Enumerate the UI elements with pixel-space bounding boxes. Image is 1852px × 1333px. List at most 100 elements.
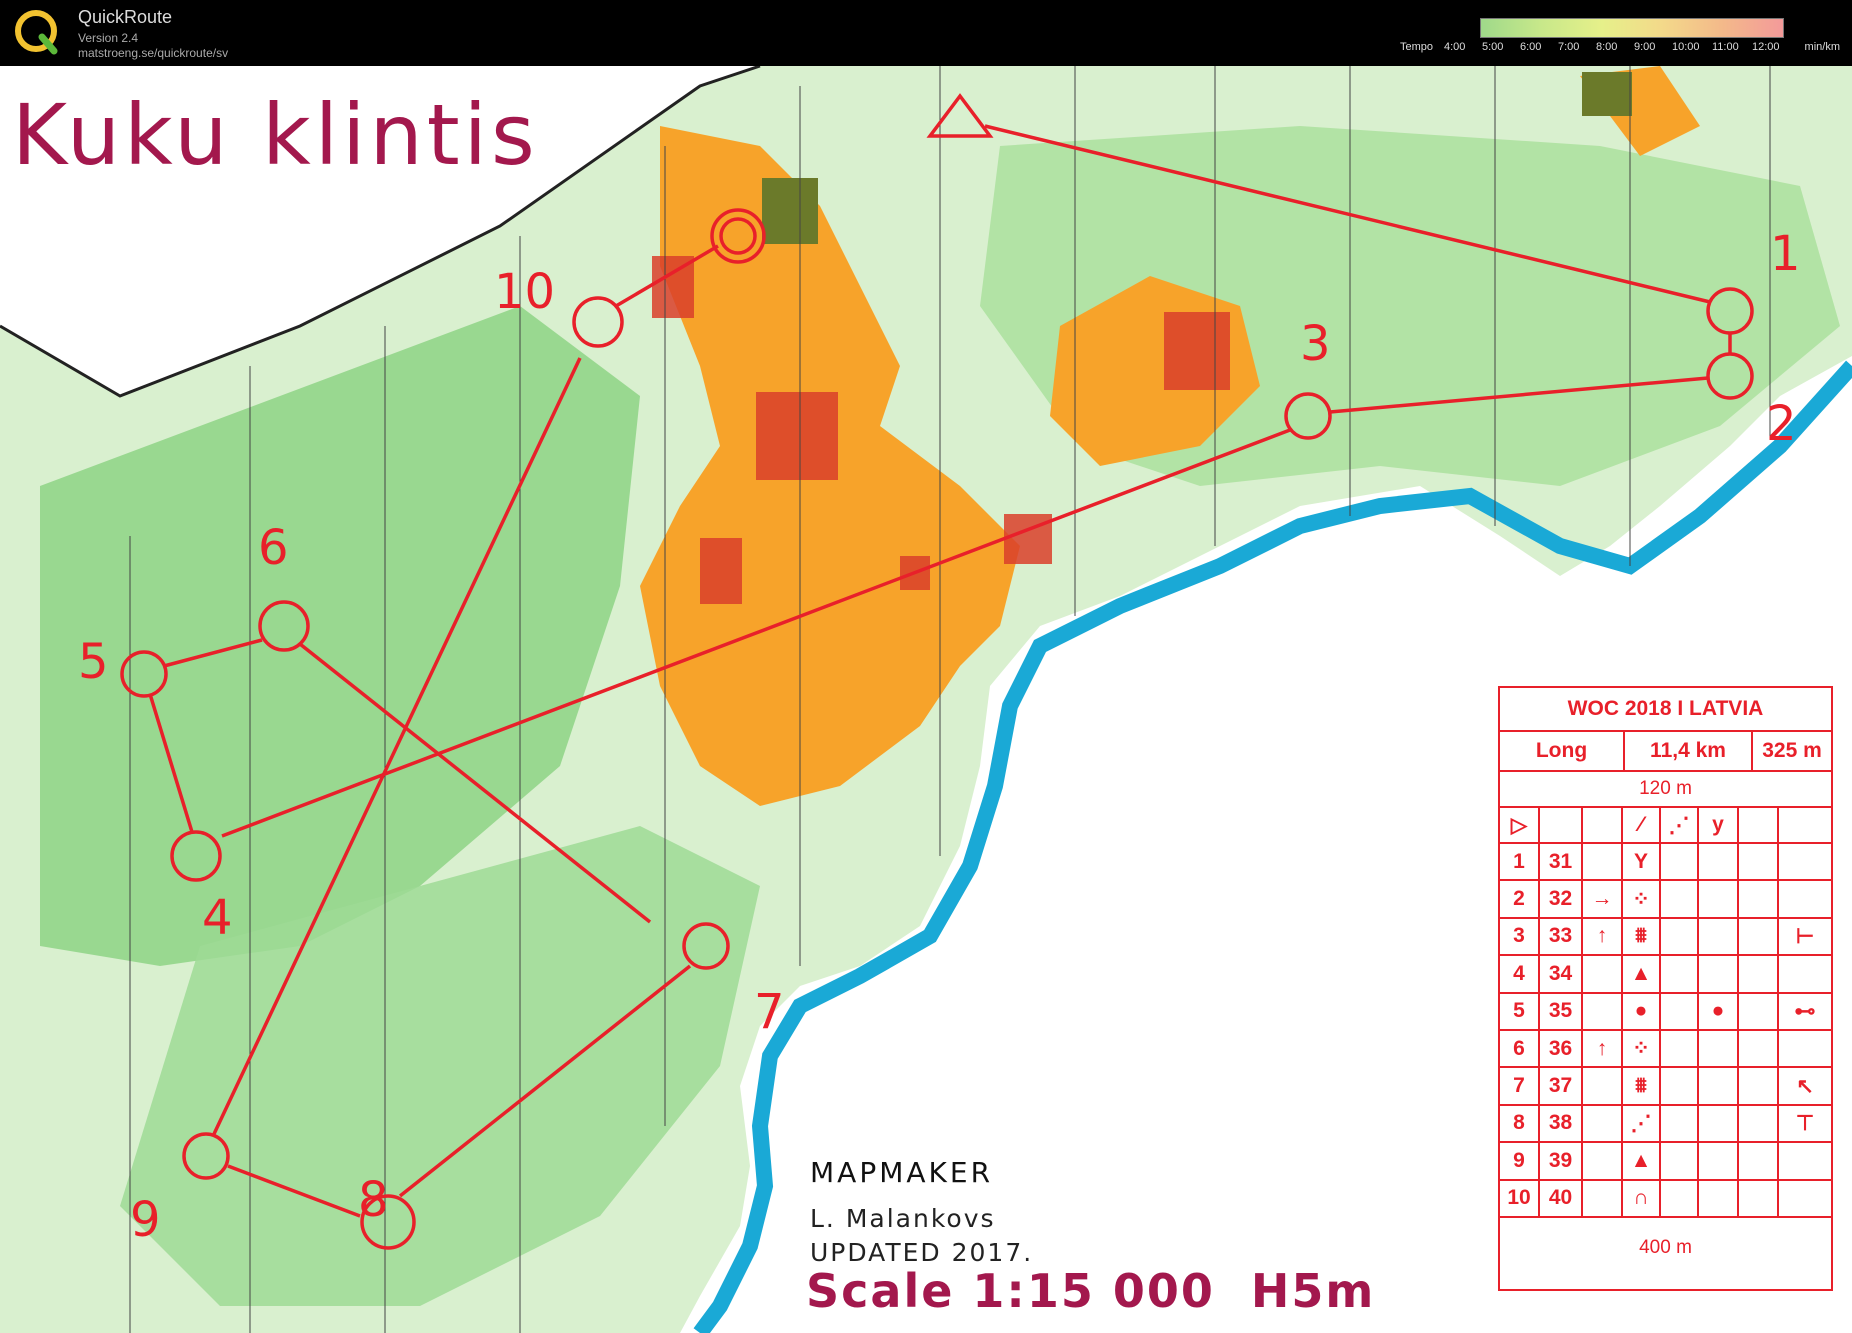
cd-blank bbox=[1739, 844, 1779, 880]
cd-blank bbox=[1739, 1068, 1779, 1104]
cd-appearance: ● bbox=[1699, 993, 1739, 1029]
tempo-tick: 12:00 bbox=[1752, 41, 1780, 53]
cd-code: 35 bbox=[1540, 993, 1583, 1029]
cd-location: ↖ bbox=[1796, 1074, 1814, 1098]
cd-control-row: 10 40 ∩ bbox=[1500, 1180, 1831, 1218]
tempo-legend: Tempo 4:00 5:00 6:00 7:00 8:00 9:00 10:0… bbox=[1400, 18, 1840, 58]
control-number: 4 bbox=[202, 890, 233, 946]
cd-header-row: WOC 2018 I LATVIA bbox=[1500, 688, 1831, 732]
cd-num: 8 bbox=[1500, 1105, 1540, 1142]
cd-control-row: 1 31 Y bbox=[1500, 844, 1831, 882]
control-number: 7 bbox=[754, 984, 785, 1040]
control-number: 5 bbox=[78, 634, 109, 690]
cd-dir: ↑ bbox=[1583, 918, 1623, 955]
cd-num: 3 bbox=[1500, 918, 1540, 955]
control-number: 10 bbox=[494, 264, 556, 320]
mapmaker-heading: MAPMAKER bbox=[810, 1156, 994, 1189]
control-number: 3 bbox=[1300, 316, 1331, 372]
cd-start-distance: 120 m bbox=[1639, 778, 1692, 799]
cd-blank bbox=[1739, 1105, 1779, 1142]
cd-blank bbox=[1739, 993, 1779, 1029]
cd-control-row: 9 39 ▲ bbox=[1500, 1143, 1831, 1181]
tempo-tick: 10:00 bbox=[1672, 41, 1700, 53]
cd-code: 39 bbox=[1540, 1143, 1583, 1179]
cd-location bbox=[1779, 844, 1831, 879]
control-number: 1 bbox=[1770, 226, 1801, 282]
cd-control-row: 2 32 → ⁘ bbox=[1500, 881, 1831, 919]
cd-blank bbox=[1661, 993, 1699, 1029]
cd-num: 4 bbox=[1500, 956, 1540, 992]
cd-blank bbox=[1739, 1180, 1779, 1216]
app-name: QuickRoute bbox=[78, 7, 173, 27]
app-version: Version 2.4 bbox=[78, 31, 139, 45]
quickroute-logo-icon bbox=[15, 10, 58, 55]
tempo-gradient-bar bbox=[1480, 18, 1784, 38]
cd-blank bbox=[1739, 1143, 1779, 1179]
cd-blank bbox=[1779, 808, 1831, 842]
cd-column-feature-icon: ∕ bbox=[1623, 808, 1661, 842]
cd-code: 31 bbox=[1540, 844, 1583, 880]
cd-blank bbox=[1661, 881, 1699, 917]
cd-course-class: Long bbox=[1500, 732, 1625, 770]
start-triangle-icon: ▷ bbox=[1500, 808, 1540, 842]
cd-blank bbox=[1661, 1031, 1699, 1067]
cd-dir: → bbox=[1583, 881, 1623, 917]
control-number: 2 bbox=[1766, 396, 1797, 452]
cd-appearance bbox=[1699, 1105, 1739, 1142]
cd-appearance bbox=[1699, 881, 1739, 917]
cd-control-row: 4 34 ▲ bbox=[1500, 956, 1831, 994]
cd-dir bbox=[1583, 1068, 1623, 1104]
cd-code: 36 bbox=[1540, 1031, 1583, 1067]
cd-location: ⊤ bbox=[1795, 1111, 1815, 1135]
tempo-tick: 8:00 bbox=[1596, 41, 1618, 53]
map-title: Kuku klintis bbox=[12, 86, 539, 184]
cd-location: ⊷ bbox=[1794, 999, 1816, 1023]
restricted-area bbox=[1164, 312, 1230, 390]
cd-appearance bbox=[1699, 1068, 1739, 1104]
cd-column-feature2-icon: ⋰ bbox=[1661, 808, 1699, 842]
cd-finish-row: 400 m bbox=[1500, 1218, 1831, 1278]
cd-start-distance-row: 120 m bbox=[1500, 772, 1831, 808]
cd-num: 9 bbox=[1500, 1143, 1540, 1179]
cd-code: 37 bbox=[1540, 1068, 1583, 1104]
cd-blank bbox=[1739, 808, 1779, 842]
cd-location bbox=[1779, 1181, 1831, 1216]
cd-blank bbox=[1661, 918, 1699, 955]
cd-location bbox=[1779, 1143, 1831, 1178]
tempo-unit: min/km bbox=[1804, 41, 1840, 53]
cd-appearance bbox=[1699, 956, 1739, 992]
cd-appearance bbox=[1699, 844, 1739, 880]
cd-dir: ↑ bbox=[1583, 1031, 1623, 1067]
cd-dir bbox=[1583, 956, 1623, 992]
cd-blank bbox=[1661, 1180, 1699, 1216]
settlement-area bbox=[1582, 72, 1632, 116]
orienteering-map[interactable]: Kuku klintis 1 2 3 4 5 6 7 8 9 10 MAPMAK… bbox=[0, 66, 1852, 1333]
cd-blank bbox=[1661, 956, 1699, 992]
cd-feature: ⁘ bbox=[1623, 881, 1661, 917]
cd-feature: ● bbox=[1623, 993, 1661, 1029]
tempo-tick: 5:00 bbox=[1482, 41, 1504, 53]
cd-control-row: 3 33 ↑ ⩩ ⊢ bbox=[1500, 918, 1831, 957]
cd-blank bbox=[1540, 808, 1583, 842]
tempo-label: Tempo bbox=[1400, 41, 1434, 53]
cd-start-row: ▷ ∕ ⋰ y bbox=[1500, 808, 1831, 844]
cd-dir bbox=[1583, 1105, 1623, 1142]
cd-num: 7 bbox=[1500, 1068, 1540, 1104]
cd-dir bbox=[1583, 1143, 1623, 1179]
cd-dir bbox=[1583, 993, 1623, 1029]
mapmaker-name: L. Malankovs bbox=[810, 1204, 996, 1233]
cd-feature: ⩩ bbox=[1623, 1068, 1661, 1104]
cd-num: 5 bbox=[1500, 993, 1540, 1029]
cd-feature: ⁘ bbox=[1623, 1031, 1661, 1067]
cd-location: ⊢ bbox=[1795, 924, 1815, 948]
cd-appearance bbox=[1699, 918, 1739, 955]
tempo-tick: 7:00 bbox=[1558, 41, 1580, 53]
control-number: 8 bbox=[358, 1172, 389, 1228]
control-number: 9 bbox=[130, 1192, 161, 1248]
cd-appearance bbox=[1699, 1180, 1739, 1216]
cd-control-row: 8 38 ⋰ ⊤ bbox=[1500, 1105, 1831, 1144]
cd-feature: ⋰ bbox=[1623, 1105, 1661, 1142]
cd-code: 32 bbox=[1540, 881, 1583, 917]
restricted-area bbox=[700, 538, 742, 604]
cd-blank bbox=[1739, 1031, 1779, 1067]
